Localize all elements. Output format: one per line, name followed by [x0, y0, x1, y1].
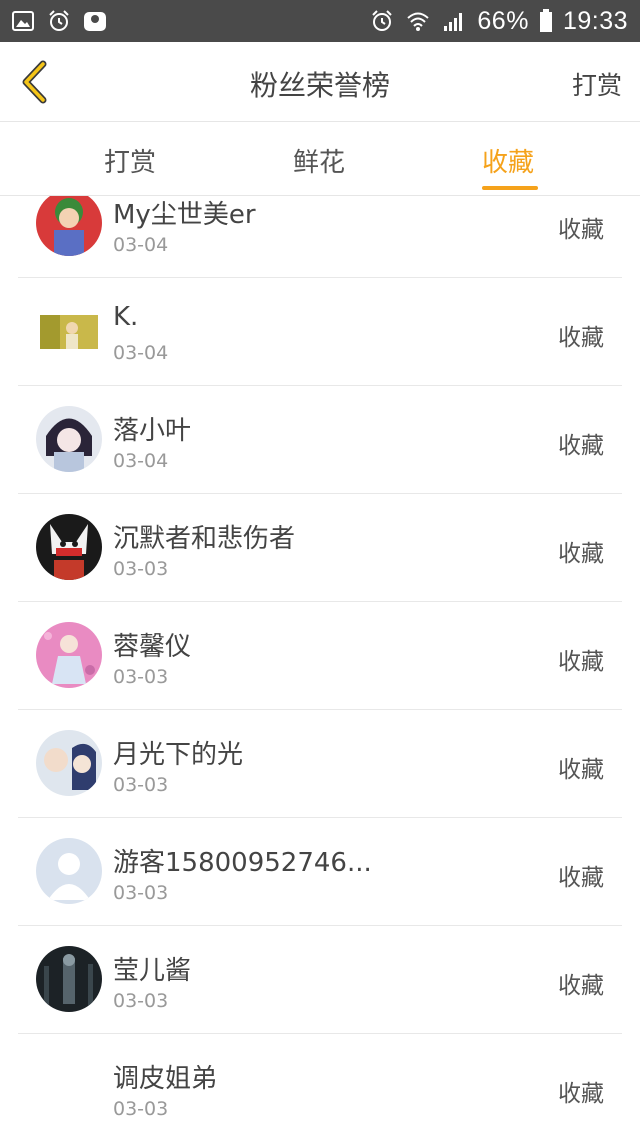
fan-action: 收藏: [558, 433, 604, 459]
fan-action: 收藏: [558, 541, 604, 567]
default-avatar: [36, 838, 102, 904]
avatar: [36, 406, 102, 472]
fan-name: 调皮姐弟: [113, 1064, 218, 1094]
avatar: [36, 946, 102, 1012]
list-item[interactable]: 游客15800952746... 03-03 收藏: [18, 818, 622, 926]
fan-action: 收藏: [558, 865, 604, 891]
list-item[interactable]: 落小叶 03-04 收藏: [18, 386, 622, 494]
battery-percent: 66%: [477, 6, 529, 35]
fan-date: 03-04: [113, 450, 169, 472]
status-bar: 66% 19:33: [0, 0, 640, 42]
active-tab-indicator: [482, 186, 538, 190]
fan-date: 03-03: [113, 774, 169, 796]
avatar: [36, 196, 102, 256]
fan-name: 游客15800952746...: [113, 848, 372, 878]
avatar: [36, 1054, 102, 1120]
avatar: [36, 514, 102, 580]
fan-action: 收藏: [558, 757, 604, 783]
battery-icon: [539, 8, 553, 34]
fan-name: 落小叶: [113, 416, 192, 446]
fan-date: 03-03: [113, 882, 169, 904]
fan-date: 03-04: [113, 234, 169, 256]
fan-date: 03-03: [113, 666, 169, 688]
tab-flowers[interactable]: 鲜花: [293, 142, 345, 179]
clock-time: 19:33: [562, 6, 628, 35]
app-header: 粉丝荣誉榜 打赏: [0, 42, 640, 122]
wifi-icon: [405, 8, 431, 34]
fan-date: 03-03: [113, 558, 169, 580]
list-item[interactable]: 沉默者和悲伤者 03-03 收藏: [18, 494, 622, 602]
list-item[interactable]: 月光下的光 03-03 收藏: [18, 710, 622, 818]
fan-date: 03-04: [113, 342, 169, 364]
status-bar-right: 66% 19:33: [369, 7, 628, 36]
fan-name: 月光下的光: [113, 740, 244, 770]
list-item[interactable]: 蓉馨仪 03-03 收藏: [18, 602, 622, 710]
fan-name: 蓉馨仪: [113, 632, 192, 662]
fan-action: 收藏: [558, 325, 604, 351]
fan-name: K.: [113, 302, 139, 332]
fan-date: 03-03: [113, 1098, 169, 1120]
avatar: [36, 730, 102, 796]
fan-name: My尘世美er: [113, 200, 256, 230]
fan-name: 沉默者和悲伤者: [113, 524, 296, 554]
list-item[interactable]: 调皮姐弟 03-03 收藏: [18, 1034, 622, 1138]
signal-icon: [441, 8, 467, 34]
fan-list[interactable]: My尘世美er 03-04 收藏 K. 03-04 收藏 落小叶 03-04 收…: [0, 196, 640, 1138]
fan-action: 收藏: [558, 217, 604, 243]
tab-tip[interactable]: 打赏: [104, 142, 156, 179]
status-bar-left: [10, 8, 108, 34]
fan-name: 莹儿酱: [113, 956, 192, 986]
tab-favorites[interactable]: 收藏: [482, 142, 534, 179]
fan-action: 收藏: [558, 1081, 604, 1107]
avatar: [36, 622, 102, 688]
page-title: 粉丝荣誉榜: [249, 69, 390, 102]
list-item[interactable]: 莹儿酱 03-03 收藏: [18, 926, 622, 1034]
fan-date: 03-03: [113, 990, 169, 1012]
app-notification-icon: [82, 8, 108, 34]
list-item[interactable]: K. 03-04 收藏: [18, 278, 622, 386]
avatar: [36, 298, 102, 364]
fan-action: 收藏: [558, 973, 604, 999]
gallery-notification-icon: [10, 8, 36, 34]
list-item[interactable]: My尘世美er 03-04 收藏: [18, 196, 622, 278]
alarm-icon: [46, 8, 72, 34]
tip-button[interactable]: 打赏: [572, 66, 622, 102]
alarm-icon: [369, 8, 395, 34]
tab-bar: 打赏 鲜花 收藏: [0, 122, 640, 196]
fan-action: 收藏: [558, 649, 604, 675]
